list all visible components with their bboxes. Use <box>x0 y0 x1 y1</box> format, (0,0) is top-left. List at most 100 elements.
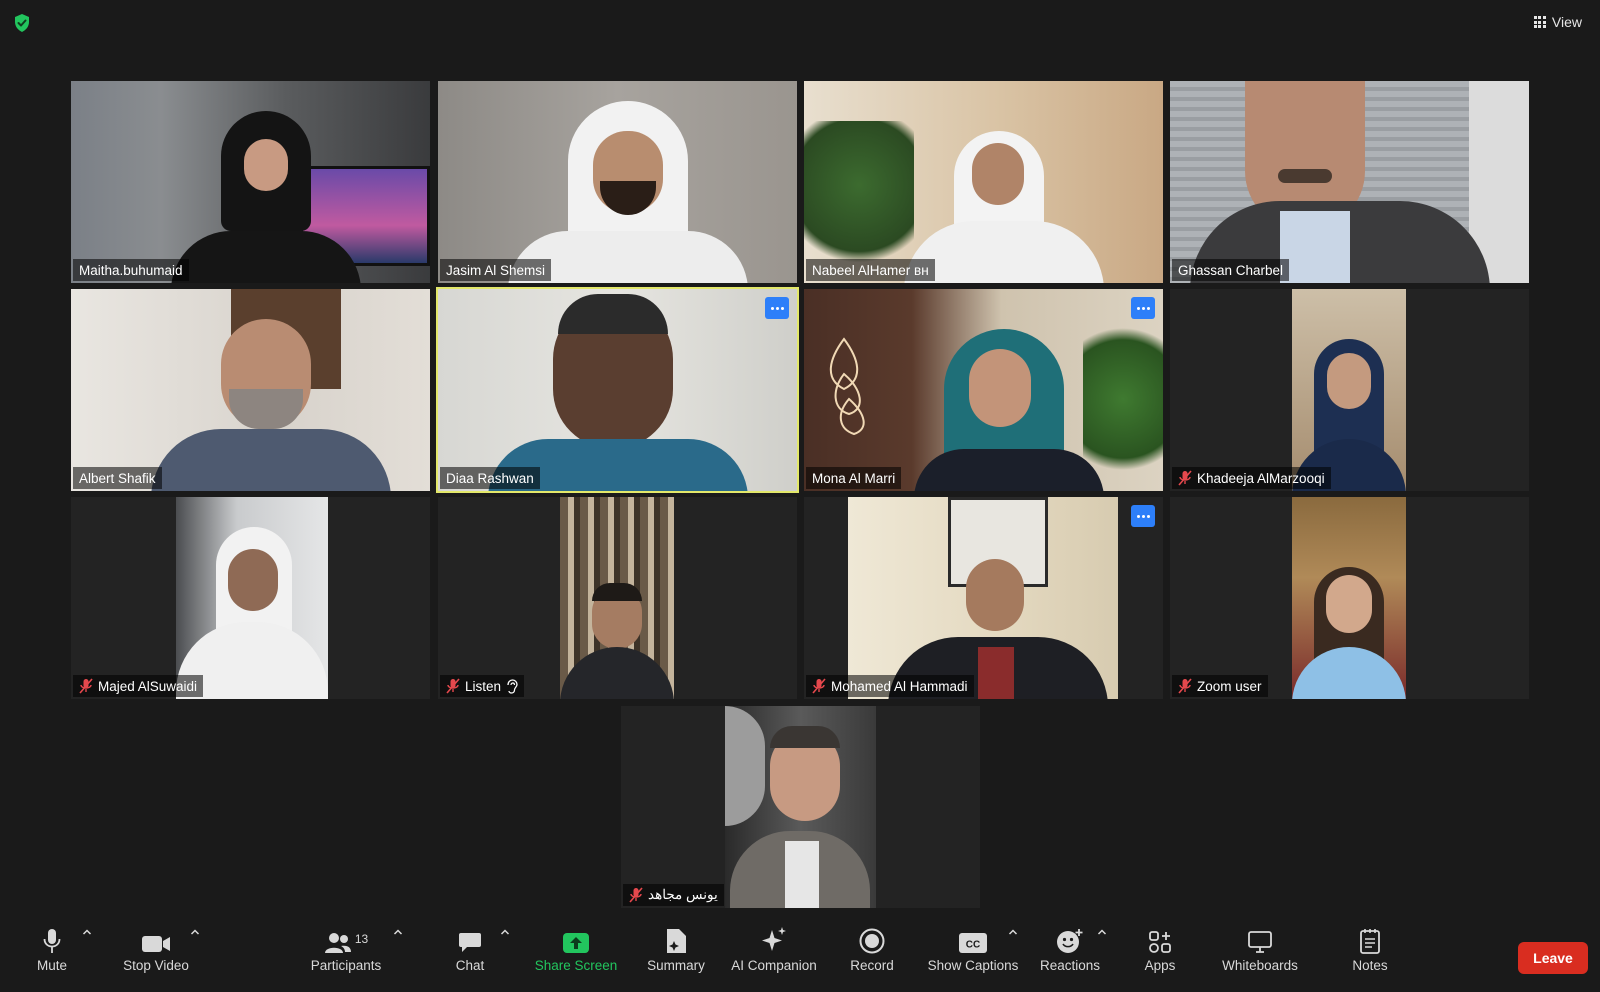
closed-captions-icon: CC <box>959 933 987 953</box>
view-button[interactable]: View <box>1533 14 1582 30</box>
participant-name: Diaa Rashwan <box>446 470 534 486</box>
show-captions-button[interactable]: CC Show Captions <box>926 918 1020 992</box>
leave-button[interactable]: Leave <box>1518 942 1588 974</box>
chat-button[interactable]: Chat <box>448 918 492 992</box>
participants-count: 13 <box>354 932 369 946</box>
video-tile-mohamed[interactable]: Mohamed Al Hammadi <box>804 497 1163 699</box>
share-screen-label: Share Screen <box>534 958 618 973</box>
participants-options-chevron-up-icon[interactable] <box>392 926 404 938</box>
apps-icon <box>1149 931 1171 953</box>
participant-name: يونس مجاهد <box>648 887 718 902</box>
video-tile-mona[interactable]: Mona Al Marri <box>804 289 1163 491</box>
participant-video <box>725 706 876 908</box>
participants-label: Participants <box>310 958 382 973</box>
mute-options-chevron-up-icon[interactable] <box>81 926 93 938</box>
mic-muted-icon <box>1178 470 1192 486</box>
tile-more-options-button[interactable] <box>1131 505 1155 527</box>
ai-companion-button[interactable]: AI Companion <box>726 918 822 992</box>
stop-video-button[interactable]: Stop Video <box>120 918 192 992</box>
summary-label: Summary <box>647 958 705 973</box>
participant-name-chip: Khadeeja AlMarzooqi <box>1172 467 1331 489</box>
participant-video <box>1292 497 1406 699</box>
mute-label: Mute <box>36 958 67 973</box>
participants-button[interactable]: 13 Participants <box>306 918 386 992</box>
participant-name-chip: Maitha.buhumaid <box>73 259 189 281</box>
reactions-options-chevron-up-icon[interactable] <box>1096 926 1108 938</box>
participant-video <box>804 81 1163 283</box>
summary-document-icon <box>667 929 686 953</box>
participant-video <box>560 497 674 699</box>
tile-more-options-button[interactable] <box>1131 297 1155 319</box>
participant-name-chip: Diaa Rashwan <box>440 467 540 489</box>
participant-video <box>438 289 797 491</box>
ai-sparkle-icon <box>762 927 786 951</box>
participant-name-chip: Ghassan Charbel <box>1172 259 1290 281</box>
participants-icon <box>324 933 351 953</box>
notes-label: Notes <box>1352 958 1388 973</box>
video-tile-maitha[interactable]: Maitha.buhumaid <box>71 81 430 283</box>
video-tile-listen[interactable]: Listen <box>438 497 797 699</box>
participant-name: Mohamed Al Hammadi <box>831 678 968 694</box>
participant-name: Majed AlSuwaidi <box>98 678 198 694</box>
video-tile-majed[interactable]: Majed AlSuwaidi <box>71 497 430 699</box>
participant-video <box>176 497 328 699</box>
participant-name-chip: Listen <box>440 675 525 697</box>
mic-muted-icon <box>1178 678 1192 694</box>
participant-name-chip: Nabeel AlHamer ʙʜ <box>806 259 935 281</box>
video-tile-khadeeja[interactable]: Khadeeja AlMarzooqi <box>1170 289 1529 491</box>
meeting-toolbar: Mute Stop Video 13 Participants Chat Sha… <box>0 918 1600 992</box>
meeting-window: View Maitha.buhumaid Jasim Al Shemsi Nab… <box>0 0 1600 992</box>
reactions-button[interactable]: Reactions <box>1040 918 1100 992</box>
participant-name: Albert Shafik <box>79 470 156 486</box>
ear-icon <box>507 678 518 694</box>
notes-button[interactable]: Notes <box>1344 918 1396 992</box>
participant-video <box>1170 81 1529 283</box>
record-button[interactable]: Record <box>842 918 902 992</box>
stop-video-label: Stop Video <box>123 958 189 973</box>
apps-button[interactable]: Apps <box>1136 918 1184 992</box>
mic-muted-icon <box>629 887 643 903</box>
participant-video <box>1292 289 1406 491</box>
mute-button[interactable]: Mute <box>32 918 72 992</box>
participant-name-chip: Zoom user <box>1172 675 1268 697</box>
security-shield-icon[interactable] <box>12 13 32 33</box>
reactions-label: Reactions <box>1039 958 1101 973</box>
mic-muted-icon <box>79 678 93 694</box>
record-icon <box>859 928 885 954</box>
participant-name-chip: يونس مجاهد <box>623 884 724 906</box>
video-tile-nabeel[interactable]: Nabeel AlHamer ʙʜ <box>804 81 1163 283</box>
video-tile-albert[interactable]: Albert Shafik <box>71 289 430 491</box>
record-label: Record <box>850 958 894 973</box>
apps-label: Apps <box>1144 958 1176 973</box>
participant-video <box>848 497 1118 699</box>
video-options-chevron-up-icon[interactable] <box>189 926 201 938</box>
chat-options-chevron-up-icon[interactable] <box>499 926 511 938</box>
share-screen-icon <box>563 933 589 953</box>
participant-name: Ghassan Charbel <box>1178 262 1284 278</box>
show-captions-label: Show Captions <box>927 958 1019 973</box>
captions-options-chevron-up-icon[interactable] <box>1007 926 1019 938</box>
participant-name: Jasim Al Shemsi <box>446 262 546 278</box>
whiteboard-icon <box>1248 931 1272 953</box>
participant-name: Listen <box>465 678 502 694</box>
video-tile-younes[interactable]: يونس مجاهد <box>621 706 980 908</box>
chat-bubble-icon <box>459 933 481 952</box>
video-tile-ghassan[interactable]: Ghassan Charbel <box>1170 81 1529 283</box>
view-label: View <box>1551 14 1582 30</box>
whiteboards-button[interactable]: Whiteboards <box>1218 918 1302 992</box>
summary-button[interactable]: Summary <box>644 918 708 992</box>
participant-name: Khadeeja AlMarzooqi <box>1197 470 1325 486</box>
video-tile-jasim[interactable]: Jasim Al Shemsi <box>438 81 797 283</box>
whiteboards-label: Whiteboards <box>1222 958 1298 973</box>
participant-name-chip: Albert Shafik <box>73 467 162 489</box>
video-tile-zoom-user[interactable]: Zoom user <box>1170 497 1529 699</box>
participant-name: Maitha.buhumaid <box>79 262 183 278</box>
tile-more-options-button[interactable] <box>765 297 789 319</box>
share-screen-button[interactable]: Share Screen <box>534 918 618 992</box>
reactions-emoji-icon <box>1057 929 1083 953</box>
microphone-icon <box>43 929 61 953</box>
mic-muted-icon <box>812 678 826 694</box>
participant-video <box>71 289 430 491</box>
video-tile-diaa-active-speaker[interactable]: Diaa Rashwan <box>436 287 799 493</box>
video-camera-icon <box>142 936 170 952</box>
